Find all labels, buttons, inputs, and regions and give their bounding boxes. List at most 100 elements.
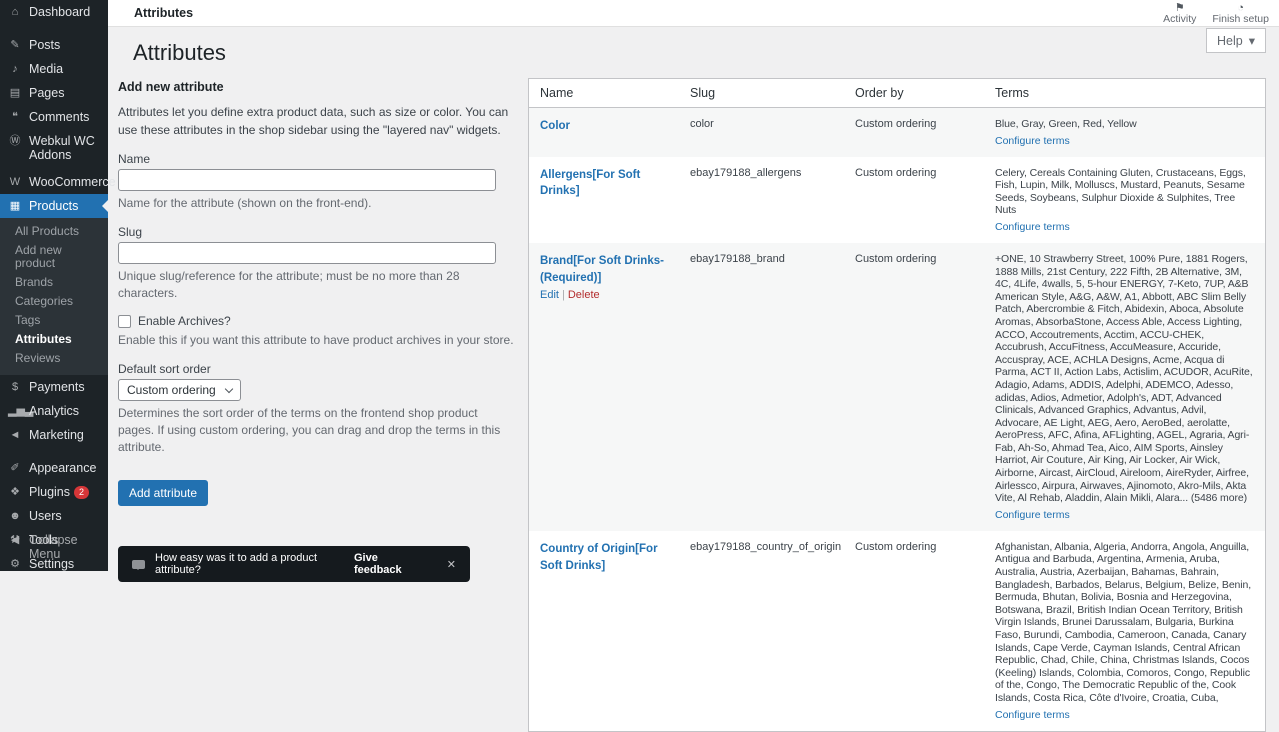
sidebar-item-media[interactable]: ♪ Media <box>0 57 108 81</box>
submenu-item-brands[interactable]: Brands <box>0 273 108 292</box>
plugins-update-badge: 2 <box>74 486 90 499</box>
activity-label: Activity <box>1163 13 1197 25</box>
megaphone-icon: ◄ <box>9 429 21 441</box>
configure-terms-link[interactable]: Configure terms <box>995 709 1070 721</box>
configure-terms-link[interactable]: Configure terms <box>995 135 1070 147</box>
paintbrush-icon: ✐ <box>10 462 20 474</box>
sidebar-item-payments[interactable]: $ Payments <box>0 375 108 399</box>
column-header-order-by: Order by <box>844 79 984 108</box>
breadcrumb: Attributes <box>134 6 194 20</box>
sidebar-item-plugins[interactable]: ❖ Plugins 2 <box>0 480 108 504</box>
add-attribute-button[interactable]: Add attribute <box>118 479 209 506</box>
dashboard-icon: ⌂ <box>11 6 19 18</box>
add-attribute-form: Add new attribute Attributes let you def… <box>118 80 516 506</box>
name-description: Name for the attribute (shown on the fro… <box>118 196 372 210</box>
sort-order-description: Determines the sort order of the terms o… <box>118 406 501 454</box>
products-icon: ▦ <box>9 200 21 212</box>
row-actions: Edit | Delete <box>540 289 668 301</box>
attribute-order-by: Custom ordering <box>855 166 937 179</box>
products-submenu: All Products Add new product Brands Cate… <box>0 218 108 375</box>
attribute-name-link[interactable]: Color <box>540 118 570 135</box>
admin-sidebar: ⌂ Dashboard ✎ Posts ♪ Media ▤ Pages ❝ Co… <box>0 0 116 571</box>
close-icon[interactable]: ✕ <box>447 558 456 571</box>
finish-setup-button[interactable]: ◔ Finish setup <box>1212 1 1269 25</box>
comment-bubble-icon: ❝ <box>12 111 18 123</box>
attribute-terms: Afghanistan, Albania, Algeria, Andorra, … <box>995 540 1252 704</box>
main-content: Attributes ⚑ Activity ◔ Finish setup Hel… <box>108 0 1279 732</box>
sidebar-item-woocommerce[interactable]: W WooCommerce <box>0 170 116 194</box>
attribute-name-link[interactable]: Country of Origin[For Soft Drinks] <box>540 541 668 574</box>
chevron-down-icon: ▾ <box>1248 34 1255 48</box>
sidebar-item-label: Media <box>29 62 64 76</box>
attribute-terms: +ONE, 10 Strawberry Street, 100% Pure, 1… <box>995 252 1253 505</box>
attribute-name-link[interactable]: Allergens[For Soft Drinks] <box>540 167 668 200</box>
actions-separator: | <box>561 289 565 302</box>
selected-sort-option: Custom ordering <box>127 383 216 398</box>
default-sort-order-select[interactable]: Custom ordering <box>118 379 241 402</box>
submenu-item-tags[interactable]: Tags <box>0 311 108 330</box>
sidebar-item-products[interactable]: ▦ Products <box>0 194 109 218</box>
webkul-addons-icon: Ⓦ <box>9 135 21 147</box>
form-intro-text: Attributes let you define extra product … <box>118 105 509 137</box>
help-label: Help <box>1217 33 1243 48</box>
sidebar-item-label: Products <box>29 199 79 213</box>
collapse-arrow-icon: ◀ <box>10 534 20 546</box>
payments-icon: $ <box>11 381 19 393</box>
table-row: Allergens[For Soft Drinks] ebay179188_al… <box>529 157 1265 243</box>
sidebar-item-comments[interactable]: ❝ Comments <box>0 105 108 129</box>
sidebar-item-webkul-wc-addons[interactable]: Ⓦ Webkul WC Addons <box>0 129 108 167</box>
attribute-order-by: Custom ordering <box>855 118 937 130</box>
name-label: Name <box>118 152 151 166</box>
give-feedback-button[interactable]: Give feedback <box>354 552 421 576</box>
sidebar-item-posts[interactable]: ✎ Posts <box>0 33 108 57</box>
woocommerce-icon: W <box>9 176 21 188</box>
feedback-toast: How easy was it to add a product attribu… <box>118 546 470 582</box>
submenu-item-attributes[interactable]: Attributes <box>0 330 108 349</box>
sidebar-item-label: Webkul WC Addons <box>29 134 95 162</box>
submenu-item-reviews[interactable]: Reviews <box>0 349 108 368</box>
sidebar-item-label: Marketing <box>29 428 84 442</box>
sidebar-item-label: Pages <box>29 86 65 100</box>
collapse-menu-label: Collapse Menu <box>29 533 78 561</box>
pushpin-icon: ✎ <box>10 39 20 51</box>
sidebar-item-users[interactable]: ☻ Users <box>0 504 108 528</box>
user-icon: ☻ <box>9 510 21 522</box>
attribute-order-by: Custom ordering <box>855 252 937 265</box>
sidebar-item-appearance[interactable]: ✐ Appearance <box>0 456 108 480</box>
sidebar-item-label: Appearance <box>29 461 97 475</box>
submenu-item-categories[interactable]: Categories <box>0 292 108 311</box>
delete-link[interactable]: Delete <box>568 289 600 301</box>
pages-icon: ▤ <box>9 87 21 99</box>
submenu-item-add-new-product[interactable]: Add new product <box>0 241 108 273</box>
sidebar-item-dashboard[interactable]: ⌂ Dashboard <box>0 0 108 24</box>
configure-terms-link[interactable]: Configure terms <box>995 509 1070 521</box>
sidebar-item-label: WooCommerce <box>29 175 116 189</box>
page-title: Attributes <box>133 40 226 65</box>
edit-link[interactable]: Edit <box>540 289 559 301</box>
sidebar-item-pages[interactable]: ▤ Pages <box>0 81 108 105</box>
sidebar-item-label: Payments <box>29 380 85 394</box>
configure-terms-link[interactable]: Configure terms <box>995 221 1070 233</box>
finish-setup-label: Finish setup <box>1212 13 1269 25</box>
collapse-menu-button[interactable]: ◀ Collapse Menu <box>0 528 108 566</box>
column-header-name: Name <box>529 79 679 108</box>
attribute-slug: ebay179188_allergens <box>690 166 802 179</box>
attribute-order-by: Custom ordering <box>855 540 937 553</box>
attribute-name-link[interactable]: Brand[For Soft Drinks-(Required)] <box>540 253 668 286</box>
submenu-item-all-products[interactable]: All Products <box>0 222 108 241</box>
form-heading: Add new attribute <box>118 80 224 94</box>
attribute-slug-input[interactable] <box>118 241 496 264</box>
enable-archives-description: Enable this if you want this attribute t… <box>118 333 514 348</box>
sidebar-item-label: Plugins 2 <box>29 485 90 499</box>
attribute-name-input[interactable] <box>118 169 496 191</box>
sidebar-item-marketing[interactable]: ◄ Marketing <box>0 423 108 447</box>
column-header-terms: Terms <box>984 79 1265 108</box>
table-row: Brand[For Soft Drinks-(Required)] Edit | D… <box>529 242 1265 531</box>
enable-archives-checkbox[interactable] <box>118 314 131 328</box>
attribute-slug: color <box>690 118 714 130</box>
sidebar-item-analytics[interactable]: ▂▅▃ Analytics <box>0 399 108 423</box>
sort-order-label: Default sort order <box>118 362 211 377</box>
activity-button[interactable]: ⚑ Activity <box>1163 1 1196 25</box>
table-row: Country of Origin[For Soft Drinks] ebay1… <box>529 531 1265 731</box>
help-tab[interactable]: Help ▾ <box>1206 28 1266 53</box>
